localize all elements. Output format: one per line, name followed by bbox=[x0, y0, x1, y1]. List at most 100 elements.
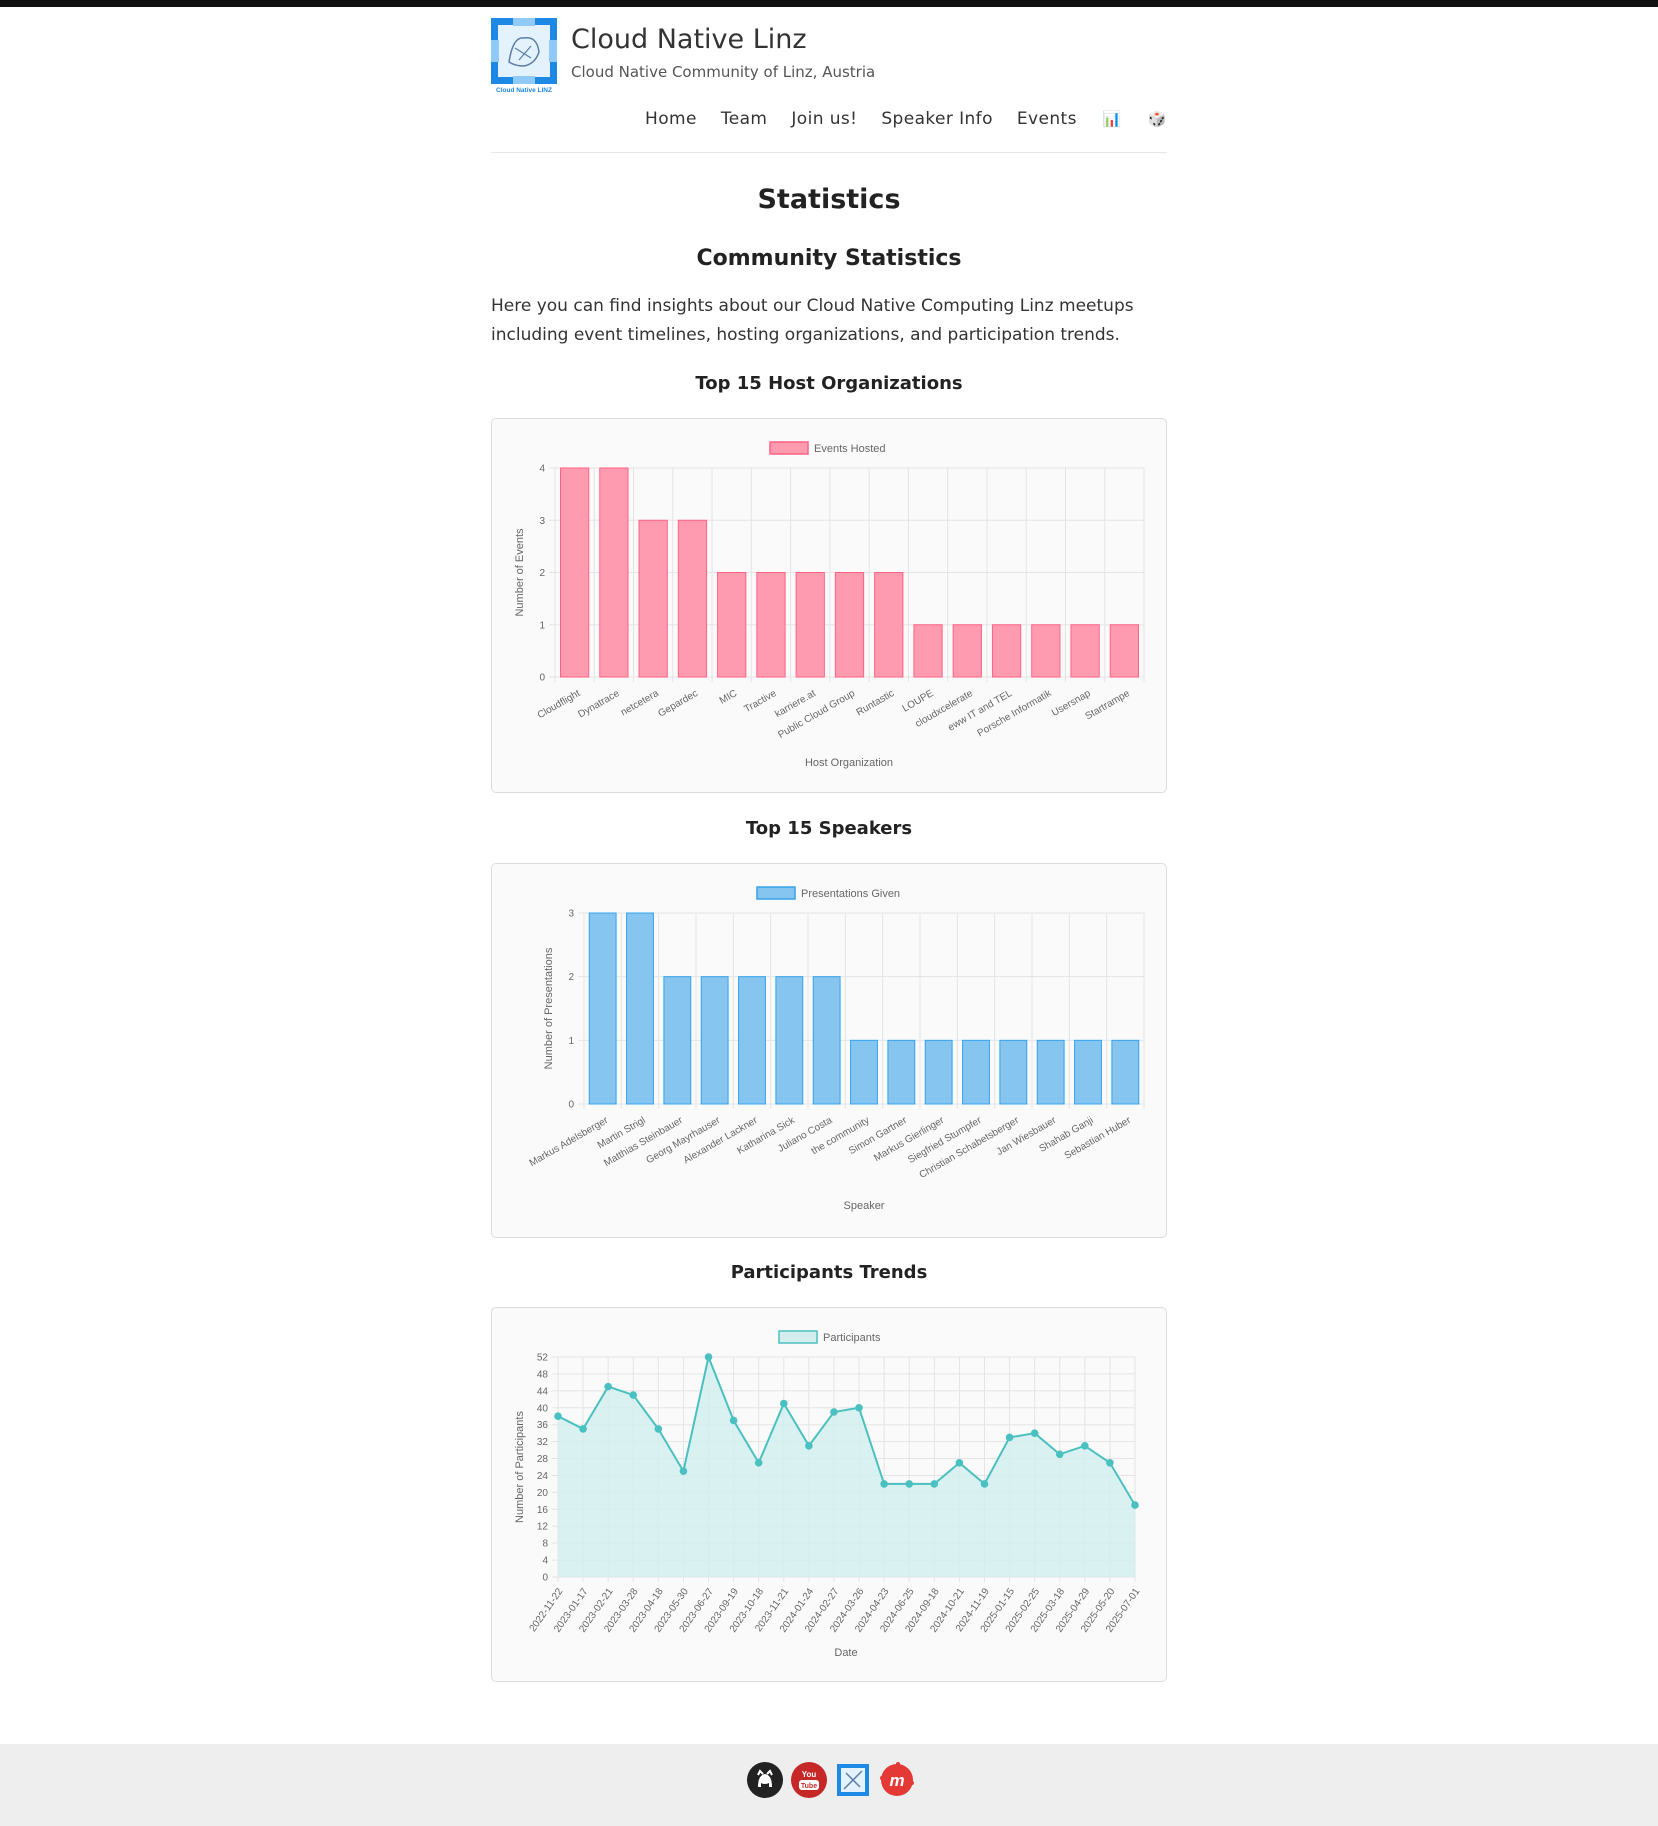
data-point bbox=[754, 1458, 763, 1467]
bar bbox=[588, 912, 617, 1105]
legend-swatch bbox=[756, 886, 796, 900]
y-tick-label: 20 bbox=[537, 1488, 549, 1499]
bar bbox=[775, 976, 804, 1105]
data-point bbox=[654, 1425, 663, 1433]
cloud-native-linz-icon[interactable] bbox=[834, 1761, 872, 1799]
bar bbox=[1031, 624, 1061, 678]
x-tick-label: Runtastic bbox=[855, 688, 897, 718]
legend-label: Events Hosted bbox=[814, 443, 886, 455]
data-point bbox=[955, 1458, 964, 1467]
y-tick-label: 36 bbox=[537, 1420, 549, 1431]
data-point bbox=[579, 1425, 587, 1433]
bar bbox=[1111, 1039, 1140, 1105]
bar bbox=[1074, 1039, 1102, 1105]
youtube-label-bottom: Tube bbox=[801, 1783, 817, 1790]
y-tick-label: 48 bbox=[537, 1369, 549, 1380]
data-point bbox=[729, 1416, 738, 1425]
y-tick-label: 12 bbox=[537, 1522, 549, 1533]
data-point bbox=[1131, 1501, 1139, 1509]
nav-events[interactable]: Events bbox=[1017, 109, 1077, 129]
x-tick-label: Dynatrace bbox=[576, 688, 621, 721]
nav-team[interactable]: Team bbox=[721, 109, 768, 129]
data-point bbox=[1081, 1442, 1089, 1450]
bar bbox=[834, 572, 865, 678]
participants-line-chart: Participants0481216202428323640444852202… bbox=[514, 1330, 1143, 1659]
nav-statistics-icon[interactable]: 📊 bbox=[1103, 110, 1122, 128]
bar bbox=[1109, 624, 1140, 678]
y-tick-label: 2 bbox=[539, 568, 545, 579]
y-tick-label: 1 bbox=[568, 1036, 574, 1047]
y-tick-label: 8 bbox=[542, 1539, 548, 1550]
x-tick-label: netcetera bbox=[619, 688, 661, 719]
bar bbox=[850, 1039, 878, 1105]
bar bbox=[962, 1039, 990, 1105]
bar bbox=[599, 467, 629, 678]
y-axis-title: Number of Presentations bbox=[543, 947, 555, 1069]
legend-swatch bbox=[778, 1330, 818, 1344]
x-axis-title: Speaker bbox=[844, 1200, 885, 1212]
meetup-icon[interactable]: m bbox=[878, 1761, 916, 1799]
data-point bbox=[704, 1353, 713, 1361]
nav-home[interactable]: Home bbox=[645, 109, 697, 129]
data-point bbox=[830, 1408, 838, 1416]
data-point bbox=[604, 1382, 612, 1391]
speakers-bar-chart: Presentations Given0123Markus Adelsberge… bbox=[528, 886, 1145, 1212]
bar bbox=[700, 976, 729, 1105]
bar bbox=[663, 976, 692, 1105]
participants-chart-card: Participants 0 4 8 12 16 20 24 28 32 36 40 44 48 52 202… bbox=[491, 1307, 1167, 1682]
nav-dice-icon[interactable]: 🎲 bbox=[1148, 110, 1167, 128]
site-title[interactable]: Cloud Native Linz bbox=[571, 24, 807, 55]
bar bbox=[795, 572, 825, 678]
legend-label: Presentations Given bbox=[801, 888, 900, 900]
y-tick-label: 32 bbox=[537, 1437, 549, 1448]
y-axis-title: Number of Participants bbox=[514, 1411, 526, 1523]
y-tick-label: 52 bbox=[537, 1353, 549, 1364]
x-tick-label: Sebastian Huber bbox=[1063, 1115, 1134, 1162]
y-tick-label: 28 bbox=[537, 1454, 549, 1465]
x-axis-title: Date bbox=[834, 1647, 857, 1659]
y-tick-label: 4 bbox=[542, 1556, 548, 1567]
bar bbox=[1070, 624, 1100, 678]
bar bbox=[677, 519, 708, 678]
y-tick-label: 4 bbox=[539, 464, 545, 475]
data-point bbox=[855, 1403, 863, 1412]
bar bbox=[626, 912, 654, 1105]
x-tick-label: Startrampe bbox=[1084, 688, 1133, 722]
bar bbox=[999, 1039, 1028, 1105]
y-tick-label: 3 bbox=[568, 909, 574, 920]
bar bbox=[756, 572, 786, 678]
data-point bbox=[1055, 1450, 1064, 1459]
data-point bbox=[930, 1480, 939, 1488]
hosts-bar-chart: Events Hosted 0 1 2 3 4 CloudflightDynatracene… bbox=[514, 441, 1145, 769]
youtube-icon[interactable]: You Tube bbox=[790, 1761, 828, 1799]
y-tick-label: 24 bbox=[537, 1471, 549, 1482]
bar bbox=[812, 976, 841, 1105]
y-tick-label: 0 bbox=[568, 1100, 574, 1111]
data-point bbox=[1106, 1458, 1114, 1467]
logo-text: Cloud Native LINZ bbox=[496, 87, 552, 94]
y-tick-label: 3 bbox=[539, 516, 545, 527]
x-tick-label: MIC bbox=[718, 688, 739, 707]
bar bbox=[738, 976, 766, 1105]
nav-speaker-info[interactable]: Speaker Info bbox=[881, 109, 993, 129]
nav-join-us[interactable]: Join us! bbox=[791, 109, 857, 129]
github-icon[interactable] bbox=[746, 1761, 784, 1799]
footer: You Tube m bbox=[0, 1744, 1658, 1826]
bar bbox=[887, 1039, 916, 1105]
bar bbox=[952, 624, 982, 678]
bar bbox=[924, 1039, 953, 1105]
bar bbox=[913, 624, 943, 678]
site-logo[interactable]: Cloud Native LINZ bbox=[491, 18, 557, 94]
hosts-chart-title: Top 15 Host Organizations bbox=[695, 373, 963, 394]
data-point bbox=[629, 1391, 638, 1399]
data-point bbox=[679, 1467, 688, 1476]
section-title: Community Statistics bbox=[696, 246, 962, 271]
meetup-letter: m bbox=[889, 1771, 904, 1790]
bar bbox=[874, 572, 904, 678]
area-fill bbox=[558, 1357, 1135, 1577]
y-tick-label: 2 bbox=[568, 972, 574, 983]
main-nav: Home Team Join us! Speaker Info Events 📊… bbox=[621, 109, 1167, 129]
top-bar bbox=[0, 0, 1658, 7]
legend-label: Participants bbox=[823, 1332, 881, 1344]
data-point bbox=[805, 1442, 813, 1450]
